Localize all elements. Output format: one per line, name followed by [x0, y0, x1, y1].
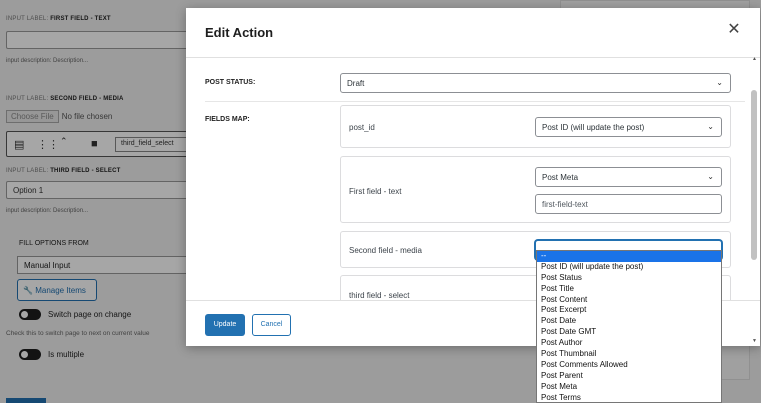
chevron-down-icon: ⌄ — [716, 78, 723, 87]
field-map-select[interactable]: Post ID (will update the post) ⌄ — [535, 117, 722, 137]
dropdown-option[interactable]: Post Thumbnail — [537, 349, 721, 360]
fields-map-label: FIELDS MAP: — [205, 116, 250, 123]
scroll-up-icon[interactable]: ▲ — [752, 56, 757, 62]
modal-header: Edit Action ✕ — [186, 8, 760, 58]
dropdown-option[interactable]: Post Excerpt — [537, 305, 721, 316]
dropdown-option[interactable]: Post Parent — [537, 371, 721, 382]
modal-title: Edit Action — [205, 25, 274, 40]
scroll-thumb[interactable] — [751, 90, 757, 260]
dropdown-option[interactable]: Post Date — [537, 316, 721, 327]
field-map-row-first-field: First field - text Post Meta ⌄ first-fiel… — [340, 156, 731, 223]
dropdown-option[interactable]: Post Meta — [537, 382, 721, 393]
field-map-select[interactable]: Post Meta ⌄ — [535, 167, 722, 187]
dropdown-option[interactable]: Post ID (will update the post) — [537, 262, 721, 273]
post-status-select[interactable]: Draft ⌄ — [340, 73, 731, 93]
cancel-button[interactable]: Cancel — [252, 314, 291, 336]
dropdown-option[interactable]: Post Date GMT — [537, 327, 721, 338]
dropdown-option[interactable]: Post Comments Allowed — [537, 360, 721, 371]
chevron-down-icon: ⌄ — [707, 122, 714, 131]
field-map-dropdown-list: -- Post ID (will update the post) Post Sta… — [536, 250, 722, 403]
dropdown-option[interactable]: Post Title — [537, 284, 721, 295]
post-status-label: POST STATUS: — [205, 79, 256, 86]
dropdown-option[interactable]: Post Terms — [537, 393, 721, 402]
dropdown-option[interactable]: Post Content — [537, 295, 721, 306]
close-icon[interactable]: ✕ — [726, 22, 742, 38]
field-map-label: First field - text — [349, 187, 402, 196]
field-map-row-post-id: post_id Post ID (will update the post) ⌄ — [340, 105, 731, 148]
field-map-label: post_id — [349, 123, 375, 132]
chevron-down-icon: ⌄ — [707, 172, 714, 181]
update-button[interactable]: Update — [205, 314, 245, 336]
divider — [205, 101, 745, 102]
dropdown-option[interactable]: Post Status — [537, 273, 721, 284]
field-map-label: third field - select — [349, 291, 410, 300]
meta-key-input[interactable]: first-field-text — [535, 194, 722, 214]
dropdown-option[interactable]: Post Author — [537, 338, 721, 349]
field-map-label: Second field - media — [349, 246, 422, 255]
dropdown-option[interactable]: -- — [537, 251, 721, 262]
